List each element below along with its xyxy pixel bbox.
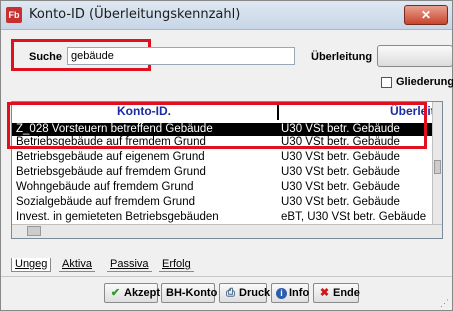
tab-passiva[interactable]: Passiva: [107, 258, 152, 272]
table-row[interactable]: Betriebsgebäude auf eigenem Grund U30 VS…: [12, 151, 434, 164]
vertical-scrollbar[interactable]: [432, 102, 442, 226]
row-konto-id: Invest. in gemieteten Betriebsgebäuden: [16, 211, 219, 223]
table-row[interactable]: Invest. in gemieteten Betriebsgebäuden e…: [12, 211, 434, 224]
row-konto-id: Betriebsgebäude auf fremdem Grund: [16, 136, 206, 148]
tab-strip: Ungeg Aktiva Passiva Erfolg: [11, 258, 221, 272]
konto-table: Konto-ID. Überleitung Z_028 Vorsteuern b…: [11, 101, 443, 239]
row-konto-id: Z_028 Vorsteuern betreffend Gebäude: [16, 123, 213, 135]
tab-aktiva[interactable]: Aktiva: [59, 258, 95, 272]
horizontal-scrollbar[interactable]: [12, 224, 442, 238]
window-title: Konto-ID (Überleitungskennzahl): [29, 7, 241, 22]
resize-grip-icon[interactable]: ⋰: [440, 298, 450, 308]
button-separator: [1, 276, 452, 277]
search-label: Suche: [29, 51, 63, 63]
vertical-scroll-thumb[interactable]: [434, 160, 441, 174]
table-header: Konto-ID. Überleitung: [12, 102, 442, 120]
row-ueberleitung: eBT, U30 VSt betr. Gebäude: [281, 211, 427, 223]
tab-ungeg[interactable]: Ungeg: [11, 258, 52, 272]
druck-button[interactable]: ⎙ Druck: [219, 283, 271, 303]
printer-icon: ⎙: [226, 287, 235, 299]
ueberleitung-dropdown[interactable]: [377, 45, 453, 67]
column-divider[interactable]: [277, 102, 279, 120]
horizontal-scroll-thumb[interactable]: [27, 226, 41, 236]
tab-erfolg[interactable]: Erfolg: [159, 258, 194, 272]
table-row[interactable]: Betriebsgebäude auf fremdem Grund U30 VS…: [12, 136, 434, 149]
row-konto-id: Wohngebäude auf fremdem Grund: [16, 181, 194, 193]
table-row[interactable]: Wohngebäude auf fremdem Grund U30 VSt be…: [12, 181, 434, 194]
row-ueberleitung: U30 VSt betr. Gebäude: [281, 123, 400, 135]
check-icon: ✔: [110, 287, 121, 299]
info-icon: i: [276, 288, 287, 299]
ende-label: Ende: [333, 287, 360, 299]
konto-id-window: Fb Konto-ID (Überleitungskennzahl) ✕ Suc…: [0, 0, 453, 311]
info-button[interactable]: i Info: [271, 283, 309, 303]
ende-button[interactable]: ✖ Ende: [313, 283, 360, 303]
close-button[interactable]: ✕: [404, 5, 448, 25]
cancel-icon: ✖: [319, 287, 330, 299]
bh-konto-label: BH-Konto: [166, 287, 218, 299]
row-konto-id: Betriebsgebäude auf eigenem Grund: [16, 151, 205, 163]
info-label: Info: [289, 287, 310, 299]
row-konto-id: Sozialgebäude auf fremdem Grund: [16, 196, 195, 208]
close-icon: ✕: [420, 8, 432, 22]
ueberleitung-label: Überleitung: [311, 51, 373, 63]
gliederung-label: Gliederung: [396, 76, 453, 88]
title-bar[interactable]: Fb Konto-ID (Überleitungskennzahl) ✕: [1, 1, 452, 30]
table-row[interactable]: Betriebsgebäude auf fremdem Grund U30 VS…: [12, 166, 434, 179]
gliederung-checkbox[interactable]: [381, 77, 392, 88]
row-ueberleitung: U30 VSt betr. Gebäude: [281, 166, 400, 178]
table-row[interactable]: Sozialgebäude auf fremdem Grund U30 VSt …: [12, 196, 434, 209]
bh-konto-button[interactable]: BH-Konto: [161, 283, 218, 303]
akzept-button[interactable]: ✔ Akzept: [104, 283, 161, 303]
row-ueberleitung: U30 VSt betr. Gebäude: [281, 151, 400, 163]
search-input[interactable]: [67, 47, 295, 65]
druck-label: Druck: [239, 287, 271, 299]
akzept-label: Akzept: [124, 287, 161, 299]
row-ueberleitung: U30 VSt betr. Gebäude: [281, 136, 400, 148]
row-ueberleitung: U30 VSt betr. Gebäude: [281, 181, 400, 193]
app-icon: Fb: [6, 7, 22, 23]
table-row[interactable]: Z_028 Vorsteuern betreffend Gebäude U30 …: [12, 123, 434, 136]
column-header-konto-id[interactable]: Konto-ID.: [117, 104, 171, 118]
row-konto-id: Betriebsgebäude auf fremdem Grund: [16, 166, 206, 178]
row-ueberleitung: U30 VSt betr. Gebäude: [281, 196, 400, 208]
